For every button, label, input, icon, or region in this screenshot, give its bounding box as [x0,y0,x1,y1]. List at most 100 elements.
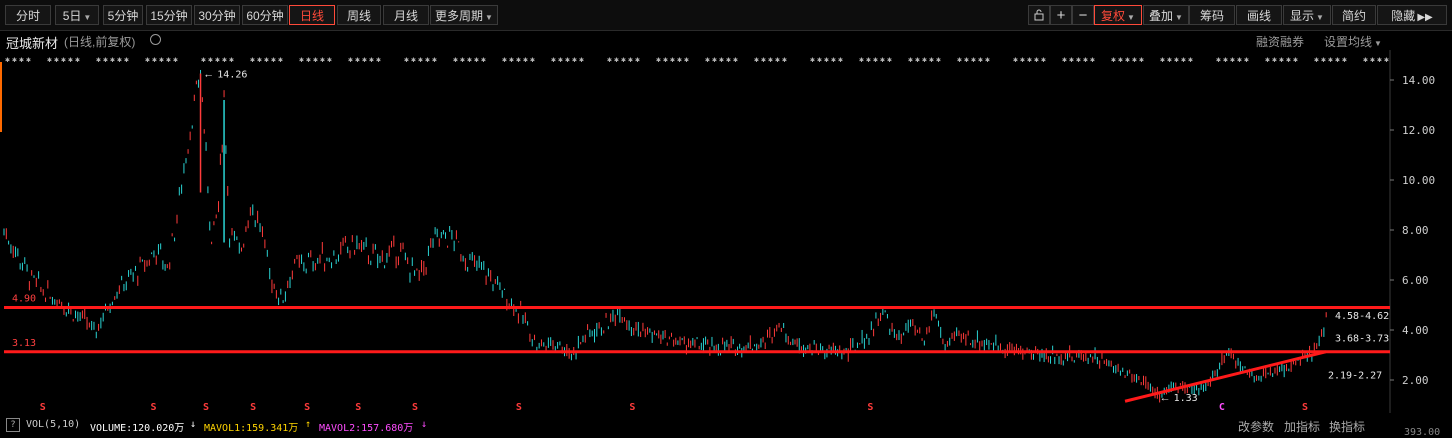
event-marker: ✱ [1090,55,1095,64]
chips-button[interactable]: 筹码 [1189,5,1235,25]
edit-params-link[interactable]: 改参数 [1238,418,1274,435]
event-marker: ✱ [313,55,318,64]
margin-trading-link[interactable]: 融资融券 [1256,33,1304,50]
event-marker: ✱ [96,55,101,64]
event-marker: ✱ [5,55,10,64]
tab-60min[interactable]: 60分钟 [242,5,288,25]
event-marker: ✱ [1111,55,1116,64]
overlay-dropdown[interactable]: 叠加 ▼ [1143,5,1189,25]
arrow-left-icon: ← [203,69,214,81]
event-marker: ✱ [404,55,409,64]
signal-marker: S [629,402,635,413]
tab-5min[interactable]: 5分钟 [103,5,143,25]
mavol2-value: MAVOL2:157.680万 [319,423,414,434]
tab-weekly[interactable]: 周线 [337,5,381,25]
overlay-label: 叠加 [1149,9,1174,23]
event-marker: ✱ [768,55,773,64]
kline-chart[interactable]: ✱ ✱ ✱ ✱ ✱ ✱ ✱ ✱ ✱ ✱ ✱ ✱ ✱ ✱ ✱ ✱ ✱ ✱ ✱ ✱ ✱ ✱ ✱ ✱ ✱ ✱ ✱ ✱ ✱ ✱ ✱ ✱ ✱ ✱ ✱ ✱ ✱ ✱ ✱ ✱… [0,50,1452,413]
switch-indicator-link[interactable]: 换指标 [1329,418,1365,435]
more-periods-dropdown[interactable]: 更多周期 ▼ [430,5,498,25]
display-label: 显示 [1290,9,1315,23]
event-marker: ✱ [957,55,962,64]
help-icon[interactable]: ? [6,418,20,432]
event-marker: ✱ [572,55,577,64]
volume-axis-value: 393.00 [1404,427,1441,438]
event-marker: ✱ [684,55,689,64]
gear-icon[interactable] [150,34,161,45]
tab-30min[interactable]: 30分钟 [194,5,240,25]
simple-button[interactable]: 简约 [1332,5,1376,25]
event-marker: ✱ [1265,55,1270,64]
volume-down-arrow: ↓ [190,419,197,430]
volume-info-bar: ? VOL(5,10) VOLUME:120.020万 ↓ MAVOL1:159… [0,413,1452,438]
event-marker: ✱ [1069,55,1074,64]
adjust-dropdown[interactable]: 复权 ▼ [1094,5,1142,25]
tab-5day[interactable]: 5日 ▼ [55,5,99,25]
lock-icon[interactable] [1028,5,1050,25]
event-marker: ✱ [467,55,472,64]
zoom-in-icon[interactable]: + [1050,5,1072,25]
event-marker: ✱ [1216,55,1221,64]
event-marker: ✱ [1188,55,1193,64]
tab-monthly[interactable]: 月线 [383,5,429,25]
event-marker: ✱ [320,55,325,64]
draw-button[interactable]: 画线 [1236,5,1282,25]
event-marker: ✱ [971,55,976,64]
event-marker: ✱ [68,55,73,64]
event-marker: ✱ [278,55,283,64]
event-marker: ✱ [222,55,227,64]
event-marker: ✱ [1013,55,1018,64]
chart-header [0,30,1452,50]
event-marker: ✱ [509,55,514,64]
chevron-down-icon: ▼ [1127,13,1135,22]
event-marker: ✱ [54,55,59,64]
event-marker: ✱ [635,55,640,64]
event-marker: ✱ [1020,55,1025,64]
tab-daily[interactable]: 日线 [289,5,335,25]
chevron-down-icon: ▼ [1374,39,1382,48]
tab-5day-label: 5日 [62,9,82,23]
event-marker: ✱ [1062,55,1067,64]
signal-marker: S [1302,402,1308,413]
event-marker: ✱ [1328,55,1333,64]
y-tick-label: 12.00 [1402,124,1435,137]
hide-button[interactable]: 隐藏 ▶▶ [1377,5,1447,25]
zoom-out-icon[interactable]: − [1072,5,1094,25]
mavol1-up-arrow: ↑ [305,419,312,430]
event-marker: ✱ [656,55,661,64]
event-marker: ✱ [1377,55,1382,64]
signal-marker: C [1219,402,1225,413]
event-marker: ✱ [551,55,556,64]
support-line-label: 4.90 [12,294,36,305]
event-marker: ✱ [12,55,17,64]
tab-intraday[interactable]: 分时 [5,5,51,25]
event-marker: ✱ [964,55,969,64]
event-marker: ✱ [516,55,521,64]
add-indicator-link[interactable]: 加指标 [1284,418,1320,435]
signal-marker: S [40,402,46,413]
event-marker: ✱ [75,55,80,64]
signal-marker: S [304,402,310,413]
event-marker: ✱ [201,55,206,64]
event-marker: ✱ [460,55,465,64]
event-marker: ✱ [474,55,479,64]
event-marker: ✱ [327,55,332,64]
event-marker: ✱ [1118,55,1123,64]
event-marker: ✱ [677,55,682,64]
chevron-down-icon: ▼ [83,13,92,22]
y-axis: 14.00 12.00 10.00 8.00 6.00 4.00 2.00 [1390,74,1435,387]
event-marker: ✱ [271,55,276,64]
event-marker: ✱ [1160,55,1165,64]
event-marker: ✱ [425,55,430,64]
event-marker: ✱ [838,55,843,64]
event-marker: ✱ [628,55,633,64]
display-dropdown[interactable]: 显示 ▼ [1283,5,1331,25]
event-marker: ✱ [1335,55,1340,64]
tab-15min[interactable]: 15分钟 [146,5,192,25]
event-marker: ✱ [530,55,535,64]
price-annotation: 3.68-3.73 [1335,334,1389,345]
vol-indicator-name: VOL(5,10) [26,419,81,430]
event-marker: ✱ [558,55,563,64]
event-marker: ✱ [579,55,584,64]
ma-settings-link[interactable]: 设置均线 ▼ [1324,33,1382,50]
